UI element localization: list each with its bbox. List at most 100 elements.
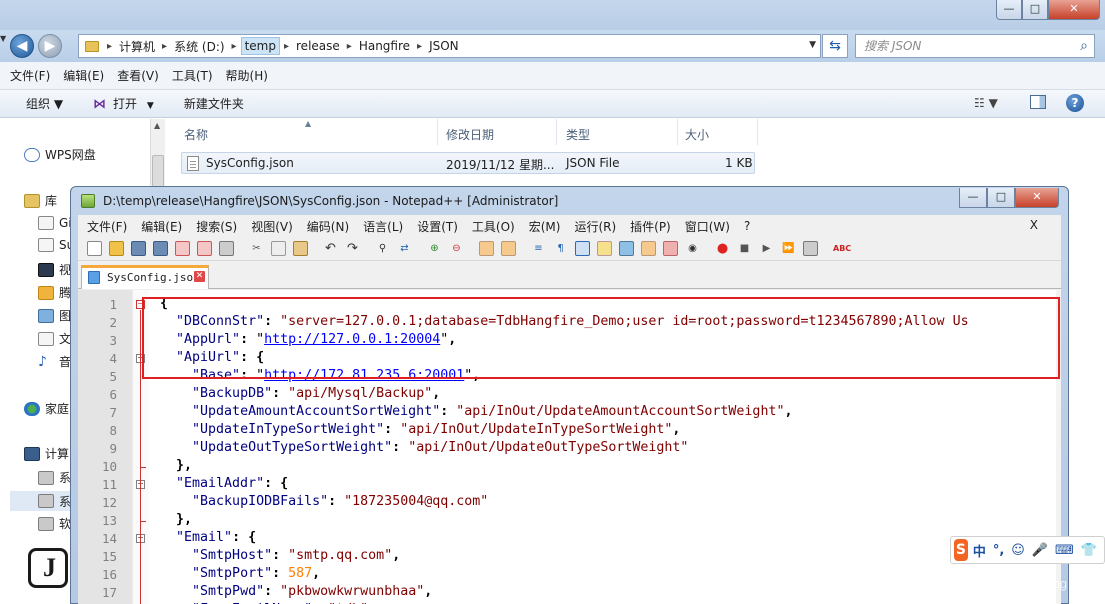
maximize-button[interactable]: □ (1022, 0, 1048, 20)
spellcheck-icon[interactable]: ABC (833, 241, 851, 256)
breadcrumb-release[interactable]: release (293, 39, 343, 53)
sogou-ime-icon[interactable]: S (954, 539, 968, 561)
breadcrumb-drive[interactable]: 系统 (D:) (171, 38, 227, 55)
code-line[interactable]: }, (160, 512, 192, 527)
breadcrumb-separator[interactable]: ▸ (343, 41, 356, 52)
close-file-icon[interactable] (175, 241, 190, 256)
npp-menu-plugins[interactable]: 插件(P) (630, 218, 671, 235)
npp-minimize-button[interactable]: — (959, 188, 987, 208)
minimize-button[interactable]: — (996, 0, 1022, 20)
refresh-button[interactable]: ⇆ (822, 34, 848, 58)
tab-sysconfig[interactable]: SysConfig.json ✕ (81, 265, 209, 289)
code-line[interactable]: "Email": { (160, 530, 256, 545)
nav-homegroup[interactable]: 家庭 (24, 400, 69, 417)
code-line[interactable]: "UpdateAmountAccountSortWeight": "api/In… (160, 404, 792, 419)
code-line[interactable]: "EmailAddr": { (160, 476, 288, 491)
open-button[interactable]: ⋈ 打开 ▼ (93, 95, 154, 112)
open-dropdown-arrow[interactable]: ▼ (147, 101, 154, 111)
app-shortcut-icon[interactable] (28, 548, 68, 588)
column-name[interactable]: 名称 (184, 126, 208, 143)
document-close-button[interactable]: X (1030, 218, 1038, 232)
save-all-icon[interactable] (153, 241, 168, 256)
npp-menu-view[interactable]: 视图(V) (251, 218, 293, 235)
nav-drive-c[interactable]: 系 (38, 469, 71, 486)
breadcrumb-computer[interactable]: 计算机 (116, 38, 158, 55)
code-line[interactable]: "BackupDB": "api/Mysql/Backup", (160, 386, 440, 401)
nav-lib-music[interactable]: ♪ 音 (38, 353, 71, 370)
replace-icon[interactable]: ⇄ (397, 241, 412, 256)
address-bar[interactable]: ▸ 计算机 ▸ 系统 (D:) ▸ temp ▸ release ▸ Hangf… (78, 34, 821, 58)
nav-lib-videos[interactable]: 视 (38, 261, 71, 278)
ime-skin-icon[interactable]: 👕 (1081, 543, 1097, 558)
zoom-in-icon[interactable]: ⊕ (427, 241, 442, 256)
close-button[interactable]: ✕ (1048, 0, 1100, 20)
forward-button[interactable]: ▶ (38, 34, 62, 58)
column-divider[interactable] (556, 119, 557, 145)
folder-workspace-icon[interactable] (663, 241, 678, 256)
doc-map-icon[interactable] (619, 241, 634, 256)
breadcrumb-temp[interactable]: temp (240, 37, 280, 55)
nav-wps-cloud[interactable]: WPS网盘 (24, 146, 96, 163)
function-list-icon[interactable] (641, 241, 656, 256)
npp-maximize-button[interactable]: □ (987, 188, 1015, 208)
undo-icon[interactable]: ↶ (323, 241, 338, 256)
sync-v-icon[interactable] (479, 241, 494, 256)
npp-menu-window[interactable]: 窗口(W) (685, 218, 730, 235)
column-divider[interactable] (677, 119, 678, 145)
ime-keyboard-icon[interactable]: ⌨ (1055, 543, 1074, 558)
menu-tools[interactable]: 工具(T) (172, 67, 213, 84)
column-divider[interactable] (757, 119, 758, 145)
ime-voice-icon[interactable]: 🎤 (1032, 543, 1048, 558)
breadcrumb-json[interactable]: JSON (426, 39, 462, 53)
breadcrumb-separator[interactable]: ▸ (280, 41, 293, 52)
breadcrumb-separator[interactable]: ▸ (413, 41, 426, 52)
print-icon[interactable] (219, 241, 234, 256)
play-macro-icon[interactable]: ▶ (759, 241, 774, 256)
menu-help[interactable]: 帮助(H) (226, 67, 268, 84)
nav-lib-item[interactable]: Gi (38, 216, 72, 230)
code-line[interactable]: "UpdateOutTypeSortWeight": "api/InOut/Up… (160, 440, 688, 455)
code-line[interactable]: "BackupIODBFails": "187235004@qq.com" (160, 494, 488, 509)
nav-lib-item[interactable]: Su (38, 238, 74, 252)
indent-guide-icon[interactable] (575, 241, 590, 256)
save-icon[interactable] (131, 241, 146, 256)
sync-h-icon[interactable] (501, 241, 516, 256)
nav-computer[interactable]: 计算 (24, 445, 69, 462)
recent-pages-dropdown[interactable]: ▼ (0, 34, 6, 43)
nav-lib-tencent[interactable]: 腾 (38, 284, 71, 301)
code-line[interactable]: "UpdateInTypeSortWeight": "api/InOut/Upd… (160, 422, 680, 437)
paste-icon[interactable] (293, 241, 308, 256)
nav-library[interactable]: 库 (24, 192, 57, 209)
breadcrumb-separator[interactable]: ▸ (228, 41, 241, 52)
breadcrumb-separator[interactable]: ▸ (103, 41, 116, 52)
menu-view[interactable]: 查看(V) (117, 67, 159, 84)
npp-menu-encoding[interactable]: 编码(N) (307, 218, 349, 235)
code-line[interactable]: }, (160, 458, 192, 473)
run-macro-multiple-icon[interactable]: ⏩ (781, 241, 796, 256)
help-icon[interactable]: ? (1066, 94, 1084, 112)
zoom-out-icon[interactable]: ⊖ (449, 241, 464, 256)
monitoring-icon[interactable]: ◉ (685, 241, 700, 256)
table-row[interactable]: SysConfig.json 2019/11/12 星期... JSON Fil… (181, 152, 755, 174)
show-all-chars-icon[interactable]: ¶ (553, 241, 568, 256)
npp-menu-file[interactable]: 文件(F) (87, 218, 127, 235)
address-dropdown[interactable]: ▼ (809, 40, 816, 50)
ime-language-toggle[interactable]: 中 (973, 541, 986, 560)
open-file-icon[interactable] (109, 241, 124, 256)
ime-punctuation-toggle[interactable]: °, (993, 543, 1004, 558)
column-type[interactable]: 类型 (566, 126, 590, 143)
npp-menu-run[interactable]: 运行(R) (574, 218, 616, 235)
breadcrumb-separator[interactable]: ▸ (158, 41, 171, 52)
view-options-icon[interactable]: ☷ ▼ (974, 96, 998, 110)
redo-icon[interactable]: ↷ (345, 241, 360, 256)
ime-emoji-icon[interactable]: ☺ (1011, 543, 1025, 558)
organize-button[interactable]: 组织 ▼ (26, 95, 63, 112)
stop-macro-icon[interactable]: ■ (737, 241, 752, 256)
npp-menu-macro[interactable]: 宏(M) (529, 218, 561, 235)
tab-close-icon[interactable]: ✕ (194, 271, 205, 282)
npp-menu-language[interactable]: 语言(L) (363, 218, 403, 235)
npp-menu-settings[interactable]: 设置(T) (417, 218, 458, 235)
column-modified[interactable]: 修改日期 (446, 126, 494, 143)
search-icon[interactable]: ⌕ (1080, 35, 1088, 57)
npp-menu-tools[interactable]: 工具(O) (472, 218, 515, 235)
